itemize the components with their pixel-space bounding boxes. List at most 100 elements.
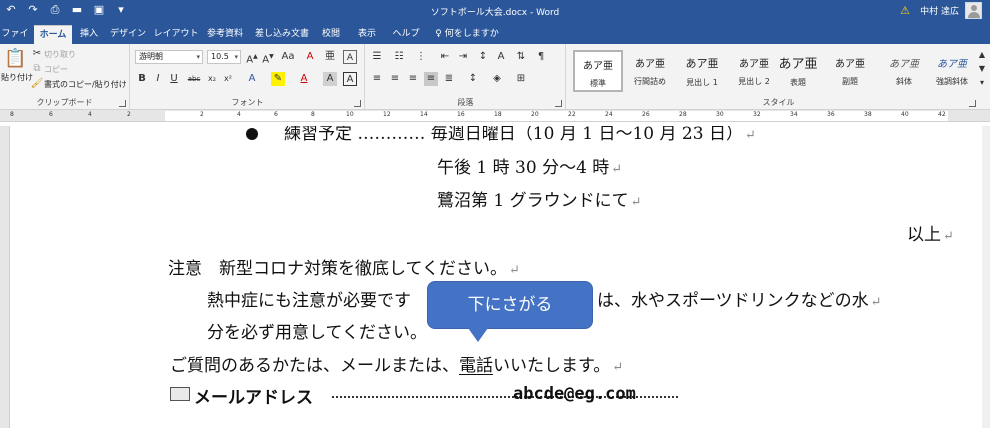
mail-label: メールアドレス [194,388,313,408]
distributed-icon[interactable]: ≣ [442,72,456,86]
paragraph-group-label: 段落 [457,98,474,107]
doc-line-note-3[interactable]: 分を必ず用意してください。 [207,318,427,343]
chevron-down-icon: ▾ [196,53,200,61]
document-title: ソフトボール大会.docx - Word [430,8,560,18]
paragraph-mark-icon: ↵ [612,360,624,375]
decrease-indent-icon[interactable]: ⇤ [438,50,452,64]
paste-icon[interactable]: 📋 [4,48,26,70]
phone-word: 電話 [459,356,493,376]
style-no-spacing[interactable]: あア亜 行間詰め [625,50,675,92]
chevron-down-icon: ▾ [234,53,238,61]
paragraph-mark-icon: ↵ [508,263,520,278]
align-right-icon[interactable]: ≡ [406,72,420,86]
format-painter-button[interactable]: 書式のコピー/貼り付け [44,79,127,90]
character-border-icon[interactable]: A [343,72,357,86]
character-shading-icon[interactable]: A [323,72,337,86]
align-center-icon[interactable]: ≡ [388,72,402,86]
copy-icon[interactable]: ⧉ [30,62,44,76]
style-subtitle[interactable]: あア亜 副題 [825,50,875,92]
doc-line-note-2b[interactable]: は、水やスポーツドリンクなどの水 ↵ [597,286,882,311]
styles-scroll-up-icon[interactable]: ▲ [975,48,989,62]
callout-bubble: 下にさがる [427,281,593,329]
tell-me-search[interactable]: ♀ 何をしますか [432,25,502,44]
strikethrough-icon[interactable]: abc [187,72,201,86]
copy-button[interactable]: コピー [44,64,68,75]
mail-address: abcde@eg.com [513,384,636,404]
paragraph-mark-icon: ↵ [611,162,623,177]
doc-line-closing[interactable]: 以上 ↵ [907,220,954,245]
doc-line-note-2a[interactable]: 熱中症にも注意が必要です [207,286,411,311]
style-title[interactable]: あア亜 表題 [773,50,823,92]
doc-line-mail[interactable]: メールアドレス abcde@eg.com [170,383,678,408]
align-left-icon[interactable]: ≡ [370,72,384,86]
scissors-icon[interactable]: ✂ [30,47,44,61]
subscript-icon[interactable]: x₂ [205,72,219,86]
user-name: 中村 達広 [920,7,959,17]
doc-line-note-heading[interactable]: 注意 新型コロナ対策を徹底してください。 ↵ [168,254,520,279]
paragraph-launcher-icon[interactable] [555,100,562,107]
group-paragraph: ☰ ☷ ⋮ ⇤ ⇥ ↕ A ⇅ ¶ ≡ ≡ ≡ ≡ ≣ ↕ ◈ ⊞ 段落 [366,44,566,110]
shrink-font-icon[interactable]: A▼ [261,50,275,65]
sort-icon[interactable]: ⇅ [514,50,528,64]
style-heading-2[interactable]: あア亜 見出し 2 [729,50,779,92]
multilevel-list-icon[interactable]: ⋮ [414,50,428,64]
style-heading-1[interactable]: あア亜 見出し 1 [677,50,727,92]
font-name-select[interactable]: 游明朝 ▾ [135,50,203,64]
style-subtle-emphasis[interactable]: あア亜 斜体 [879,50,929,92]
font-size-select[interactable]: 10.5 ▾ [207,50,241,64]
phonetic-guide-icon[interactable]: 亜 [323,50,337,64]
tab-insert[interactable]: 挿入 [76,25,102,44]
avatar[interactable] [965,2,982,19]
font-color-icon[interactable]: A [297,72,311,86]
tab-help[interactable]: ヘルプ [390,25,422,44]
tab-home[interactable]: ホーム [34,25,72,44]
warning-icon: ⚠ [900,3,910,17]
tab-view[interactable]: 表示 [354,25,380,44]
tab-review[interactable]: 校閲 [318,25,344,44]
font-launcher-icon[interactable] [354,100,361,107]
tab-layout[interactable]: レイアウト [153,25,199,44]
tab-design[interactable]: デザイン [108,25,148,44]
clipboard-group-label: クリップボード [36,98,93,107]
styles-launcher-icon[interactable] [969,100,976,107]
italic-icon[interactable]: I [151,72,165,86]
tab-file[interactable]: ファイル [0,25,30,58]
grow-font-icon[interactable]: A▲ [245,50,259,65]
doc-line-time[interactable]: 午後 1 時 30 分〜4 時 ↵ [437,153,622,178]
borders-icon[interactable]: ⊞ [514,72,528,86]
show-marks-icon[interactable]: ¶ [534,50,548,64]
clipboard-launcher-icon[interactable] [119,100,126,107]
asian-layout-icon[interactable]: A [494,50,508,64]
highlight-icon[interactable]: ✎ [271,72,285,86]
cut-button[interactable]: 切り取り [44,49,76,60]
tab-mailings[interactable]: 差し込み文書 [253,25,311,44]
change-case-icon[interactable]: Aa [281,50,295,64]
underline-icon[interactable]: U [167,72,181,86]
style-intense-emphasis[interactable]: あア亜 強調斜体 [927,50,977,92]
clear-formatting-icon[interactable]: A [303,50,317,64]
styles-more-icon[interactable]: ▾ [975,76,989,90]
styles-scroll-down-icon[interactable]: ▼ [975,62,989,76]
numbering-icon[interactable]: ☷ [392,50,406,64]
justify-icon[interactable]: ≡ [424,72,438,86]
user-area[interactable]: ⚠ 中村 達広 [900,2,982,19]
text-effects-icon[interactable]: A [245,72,259,86]
line-break-icon: ↵ [870,295,882,310]
superscript-icon[interactable]: x² [221,72,235,86]
ribbon: 📋 貼り付け ✂ 切り取り ⧉ コピー 🖌 書式のコピー/貼り付け クリップボー… [0,44,990,110]
bold-icon[interactable]: B [135,72,149,86]
vertical-scrollbar[interactable] [982,122,990,428]
format-painter-icon[interactable]: 🖌 [30,77,44,91]
doc-line-question[interactable]: ご質問のあるかたは、メールまたは、電話いいたします。 ↵ [170,351,623,376]
font-group-label: フォント [231,98,264,107]
enclose-characters-icon[interactable]: A [343,50,357,64]
doc-line-place[interactable]: 鷺沼第 1 グラウンドにて ↵ [437,186,642,211]
style-normal[interactable]: あア亜 標準 [573,50,623,92]
paste-button[interactable]: 貼り付け [1,72,33,83]
tab-references[interactable]: 参考資料 [204,25,246,44]
shading-icon[interactable]: ◈ [490,72,504,86]
line-spacing-icon[interactable]: ↕ [466,72,480,86]
text-direction-icon[interactable]: ↕ [476,50,490,64]
bullets-icon[interactable]: ☰ [370,50,384,64]
increase-indent-icon[interactable]: ⇥ [456,50,470,64]
